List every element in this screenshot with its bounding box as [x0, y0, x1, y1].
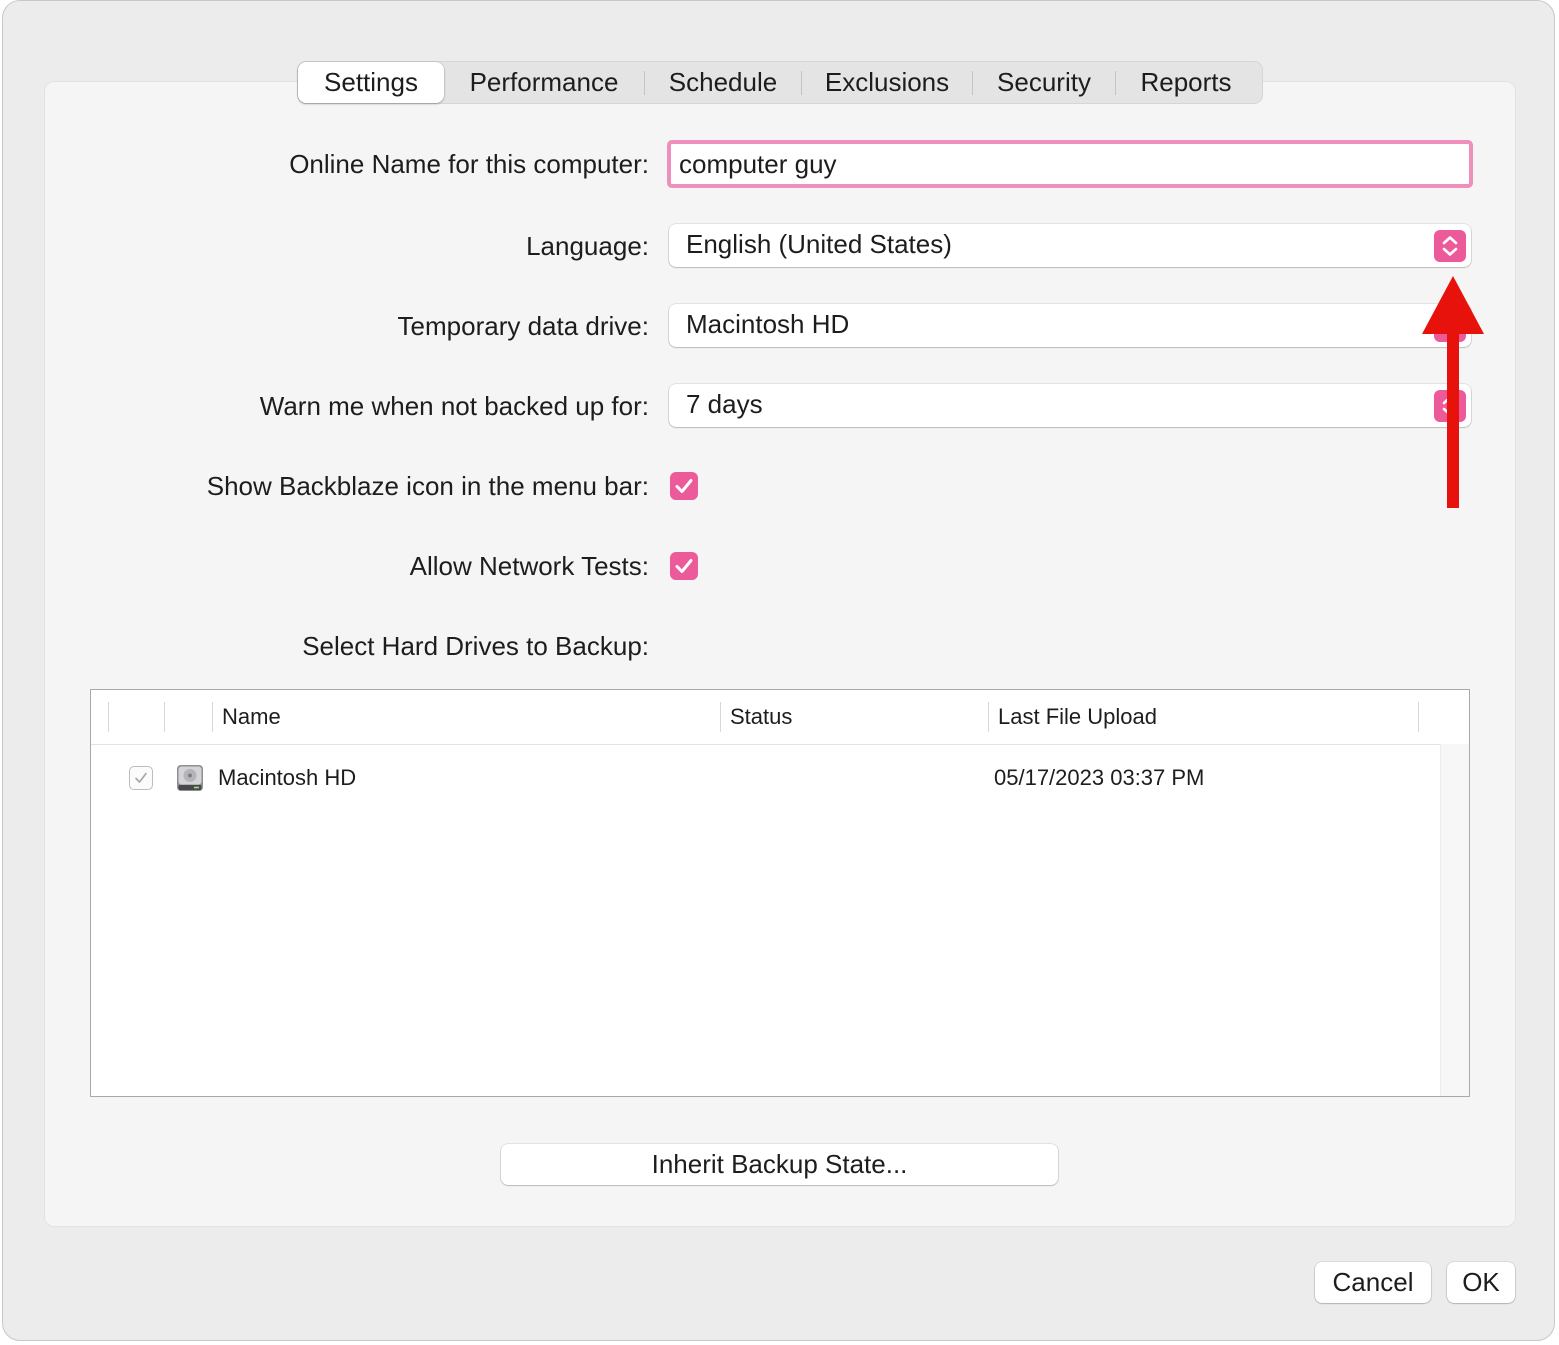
hard-drive-icon [177, 765, 203, 791]
column-divider [1418, 702, 1419, 732]
checkmark-icon [675, 559, 693, 573]
ok-button[interactable]: OK [1447, 1262, 1515, 1303]
tab-reports[interactable]: Reports [1116, 62, 1256, 103]
tab-bar: Settings Performance Schedule Exclusions… [297, 61, 1263, 104]
network-tests-label: Allow Network Tests: [409, 551, 649, 581]
column-divider [164, 702, 165, 732]
column-header-name[interactable]: Name [222, 690, 281, 744]
warn-value: 7 days [686, 389, 763, 419]
online-name-field[interactable] [667, 140, 1473, 188]
tab-schedule[interactable]: Schedule [645, 62, 801, 103]
column-header-last-upload[interactable]: Last File Upload [998, 690, 1157, 744]
column-header-status[interactable]: Status [730, 690, 792, 744]
checkmark-icon [135, 772, 147, 783]
show-icon-label: Show Backblaze icon in the menu bar: [206, 471, 649, 501]
chevron-up-down-icon[interactable] [1434, 230, 1466, 262]
drive-checkbox[interactable] [129, 766, 153, 790]
column-divider[interactable] [720, 702, 721, 732]
tab-performance[interactable]: Performance [444, 62, 644, 103]
cancel-button[interactable]: Cancel [1315, 1262, 1431, 1303]
table-scrollbar[interactable] [1440, 744, 1469, 1096]
column-divider[interactable] [212, 702, 213, 732]
temp-drive-label: Temporary data drive: [397, 311, 649, 341]
temp-drive-value: Macintosh HD [686, 309, 850, 339]
tab-exclusions[interactable]: Exclusions [802, 62, 972, 103]
inherit-backup-state-button[interactable]: Inherit Backup State... [501, 1144, 1058, 1185]
select-drives-label: Select Hard Drives to Backup: [302, 631, 649, 661]
language-value: English (United States) [686, 229, 952, 259]
chevron-up-down-icon[interactable] [1434, 310, 1466, 342]
temp-drive-select[interactable]: Macintosh HD [669, 304, 1471, 347]
warn-label: Warn me when not backed up for: [259, 391, 649, 421]
drive-last-upload: 05/17/2023 03:37 PM [994, 765, 1205, 790]
chevron-up-down-icon[interactable] [1434, 390, 1466, 422]
table-row[interactable]: Macintosh HD 05/17/2023 03:37 PM [91, 745, 1440, 811]
column-divider[interactable] [988, 702, 989, 732]
warn-select[interactable]: 7 days [669, 384, 1471, 427]
tab-security[interactable]: Security [973, 62, 1115, 103]
column-divider [108, 702, 109, 732]
show-icon-checkbox[interactable] [670, 472, 698, 500]
language-label: Language: [526, 231, 649, 261]
network-tests-checkbox[interactable] [670, 552, 698, 580]
online-name-label: Online Name for this computer: [289, 149, 649, 179]
checkmark-icon [675, 479, 693, 493]
drive-name: Macintosh HD [218, 765, 357, 790]
table-header: Name Status Last File Upload [91, 690, 1440, 745]
tab-settings[interactable]: Settings [298, 62, 444, 103]
drive-table: Name Status Last File Upload Macintosh H… [90, 689, 1470, 1097]
language-select[interactable]: English (United States) [669, 224, 1471, 267]
